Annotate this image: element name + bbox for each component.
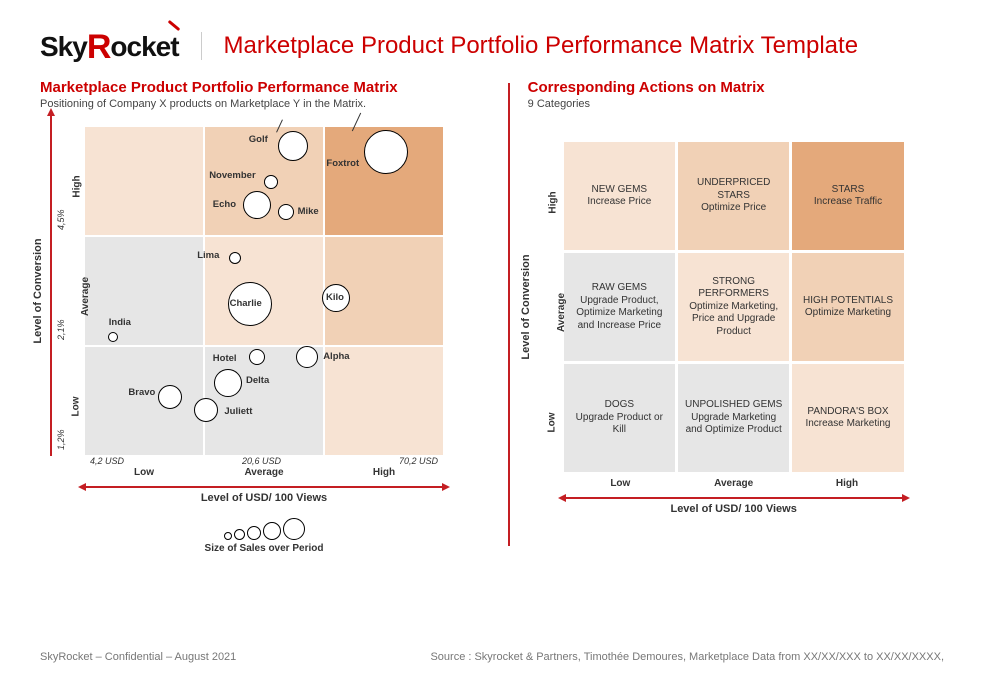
bubble-label-foxtrot: Foxtrot: [326, 158, 359, 169]
bubble-bravo: [158, 385, 182, 409]
bubble-label-alpha: Alpha: [323, 351, 349, 362]
ay-cat-0: Low: [546, 413, 557, 433]
panel-actions: Corresponding Actions on Matrix 9 Catego…: [510, 79, 944, 554]
action-cell-strong-performers: STRONG PERFORMERSOptimize Marketing, Pri…: [678, 253, 789, 361]
action-cell-stars: STARSIncrease Traffic: [792, 142, 903, 250]
x-tick-0: 4,2 USD: [90, 456, 124, 466]
bubble-label-kilo: Kilo: [326, 292, 344, 303]
bubble-hotel: [249, 349, 265, 365]
y-axis-label: Level of Conversion: [32, 238, 44, 343]
action-desc: Upgrade Marketing and Optimize Product: [684, 412, 783, 437]
action-cell-pandora-s-box: PANDORA'S BOXIncrease Marketing: [792, 364, 903, 472]
bubble-label-juliett: Juliett: [224, 406, 252, 417]
action-desc: Upgrade Product, Optimize Marketing and …: [570, 295, 669, 333]
x-tick-1: 20,6 USD: [242, 456, 281, 466]
size-legend: Size of Sales over Period: [84, 518, 444, 554]
action-desc: Increase Traffic: [814, 196, 882, 209]
action-cell-high-potentials: HIGH POTENTIALSOptimize Marketing: [792, 253, 903, 361]
bubble-label-hotel: Hotel: [213, 353, 237, 364]
bubble-label-golf: Golf: [249, 134, 268, 145]
bubble-mike: [278, 204, 294, 220]
bubble-label-november: November: [209, 170, 255, 181]
action-name: NEW GEMS: [592, 184, 648, 197]
bubble-golf: [278, 131, 308, 161]
ay-cat-1: Average: [556, 293, 567, 332]
action-name: RAW GEMS: [592, 282, 647, 295]
x-axis: 4,2 USD 20,6 USD 70,2 USD Low Average Hi…: [84, 456, 444, 502]
action-name: HIGH POTENTIALS: [803, 295, 893, 308]
action-name: PANDORA'S BOX: [807, 406, 888, 419]
legend-label: Size of Sales over Period: [84, 543, 444, 554]
y-cat-1: Average: [80, 277, 91, 316]
bubble-echo: [243, 191, 271, 219]
logo-accent-icon: [167, 20, 180, 31]
bubble-label-charlie: Charlie: [230, 298, 262, 309]
y-arrow-icon: [50, 114, 52, 456]
action-name: DOGS: [605, 399, 634, 412]
y-tick-2: 4,5%: [56, 209, 66, 230]
x-arrow-icon: [84, 486, 444, 488]
action-cell-dogs: DOGSUpgrade Product or Kill: [564, 364, 675, 472]
bubble-label-india: India: [109, 317, 131, 328]
action-cell-raw-gems: RAW GEMSUpgrade Product, Optimize Market…: [564, 253, 675, 361]
action-desc: Increase Marketing: [805, 418, 890, 431]
bubble-label-lima: Lima: [197, 250, 219, 261]
bubble-chart: India Bravo Juliett Delta Hotel Alpha Charlie K…: [84, 126, 444, 456]
x-axis-label: Level of USD/ 100 Views: [84, 492, 444, 504]
logo-r: R: [87, 28, 111, 67]
actions-subtitle: 9 Categories: [528, 98, 944, 110]
page-title: Marketplace Product Portfolio Performanc…: [224, 32, 859, 60]
header: SkyRocket Marketplace Product Portfolio …: [0, 0, 984, 75]
actions-y-label: Level of Conversion: [520, 254, 532, 359]
action-desc: Optimize Price: [701, 202, 766, 215]
actions-y-axis: Level of Conversion Low Average High: [528, 142, 564, 472]
actions-x-axis: Low Average High Level of USD/ 100 Views: [564, 472, 904, 518]
y-axis: Level of Conversion 1,2% 2,1% 4,5% Low A…: [40, 126, 84, 456]
matrix-title: Marketplace Product Portfolio Performanc…: [40, 79, 490, 96]
ax-cat-1: Average: [677, 478, 790, 489]
x-cat-1: Average: [204, 467, 324, 478]
actions-matrix: NEW GEMSIncrease PriceUNDERPRICED STARSO…: [564, 142, 904, 472]
action-cell-new-gems: NEW GEMSIncrease Price: [564, 142, 675, 250]
action-cell-underpriced-stars: UNDERPRICED STARSOptimize Price: [678, 142, 789, 250]
y-tick-0: 1,2%: [56, 429, 66, 450]
action-desc: Optimize Marketing: [805, 307, 891, 320]
ax-cat-0: Low: [564, 478, 677, 489]
bubble-india: [108, 332, 118, 342]
action-desc: Optimize Marketing, Price and Upgrade Pr…: [684, 301, 783, 339]
x-tick-2: 70,2 USD: [399, 456, 438, 466]
footer: SkyRocket – Confidential – August 2021 S…: [40, 651, 944, 663]
action-desc: Upgrade Product or Kill: [570, 412, 669, 437]
x-cat-2: High: [324, 467, 444, 478]
legend-circles-icon: [84, 518, 444, 540]
logo: SkyRocket: [40, 26, 179, 65]
actions-x-arrow-icon: [564, 497, 904, 499]
action-desc: Increase Price: [587, 196, 651, 209]
actions-x-label: Level of USD/ 100 Views: [564, 503, 904, 515]
bubble-label-echo: Echo: [213, 199, 236, 210]
footer-right: Source : Skyrocket & Partners, Timothée …: [430, 651, 944, 663]
footer-left: SkyRocket – Confidential – August 2021: [40, 651, 236, 663]
panel-matrix: Marketplace Product Portfolio Performanc…: [40, 79, 508, 554]
y-tick-1: 2,1%: [56, 319, 66, 340]
actions-title: Corresponding Actions on Matrix: [528, 79, 944, 96]
bubble-label-delta: Delta: [246, 375, 269, 386]
action-cell-unpolished-gems: UNPOLISHED GEMSUpgrade Marketing and Opt…: [678, 364, 789, 472]
action-name: STARS: [832, 184, 865, 197]
x-cat-0: Low: [84, 467, 204, 478]
matrix-subtitle: Positioning of Company X products on Mar…: [40, 98, 490, 110]
bubble-label-mike: Mike: [298, 206, 319, 217]
ay-cat-2: High: [547, 191, 558, 213]
logo-post: ocket: [110, 31, 178, 62]
bubble-label-bravo: Bravo: [128, 387, 155, 398]
action-name: UNDERPRICED STARS: [684, 177, 783, 202]
y-cat-0: Low: [71, 397, 82, 417]
header-divider: [201, 32, 202, 60]
ax-cat-2: High: [790, 478, 903, 489]
action-name: UNPOLISHED GEMS: [685, 399, 782, 412]
action-name: STRONG PERFORMERS: [684, 276, 783, 301]
y-cat-2: High: [72, 175, 83, 197]
logo-pre: Sky: [40, 31, 87, 62]
